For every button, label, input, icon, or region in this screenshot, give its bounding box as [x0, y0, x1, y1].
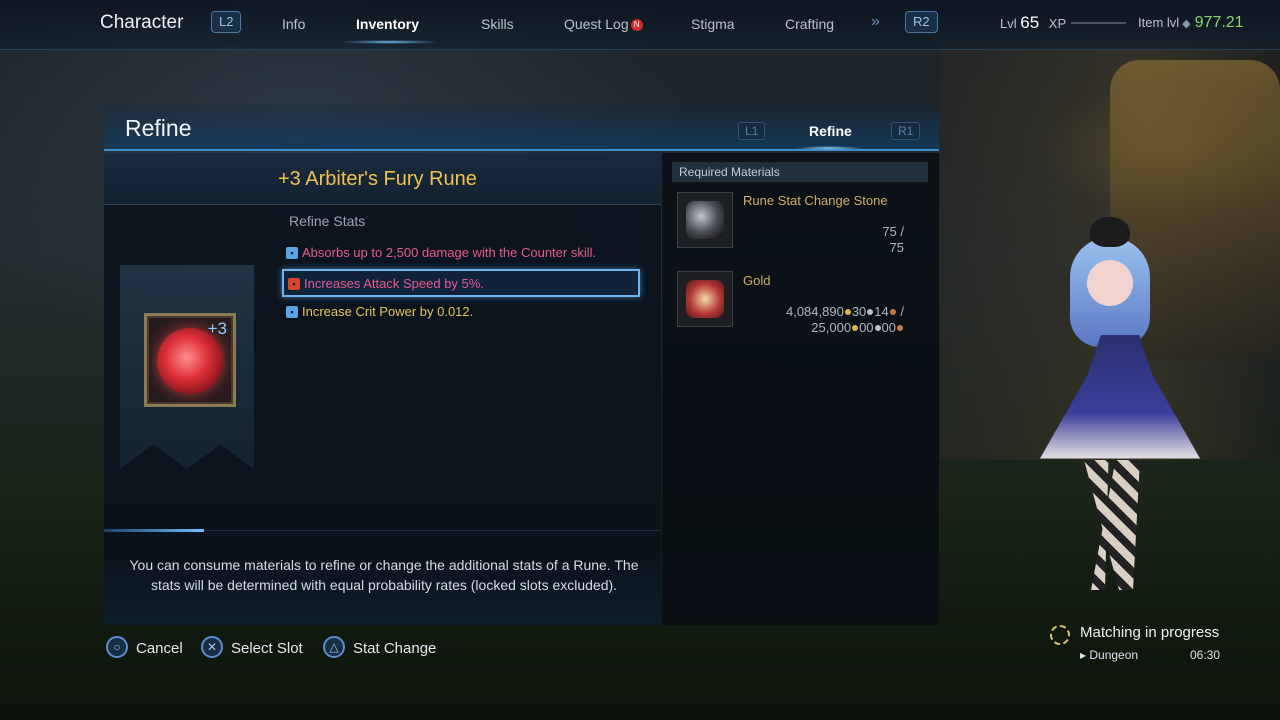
rune-stat-change-stone-icon	[677, 192, 733, 248]
tab-refine[interactable]: Refine	[809, 123, 852, 139]
top-nav: Character L2 Info Inventory Skills Quest…	[0, 0, 1280, 50]
material-name: Rune Stat Change Stone	[743, 193, 888, 208]
stat-slot-1[interactable]: ▪ Absorbs up to 2,500 damage with the Co…	[282, 240, 640, 268]
new-badge: N	[630, 19, 643, 31]
cancel-label: Cancel	[136, 640, 183, 657]
copper-coin-icon	[889, 309, 896, 315]
circle-button-icon: ○	[106, 636, 128, 658]
material-quantity: 75 / 75	[882, 224, 904, 256]
matching-timer: 06:30	[1190, 648, 1221, 662]
tab-stigma[interactable]: Stigma	[691, 16, 735, 32]
refine-panel: Refine L1 Refine R1 +3 Arbiter's Fury Ru…	[104, 105, 939, 625]
lvl-label: Lvl	[1000, 16, 1017, 31]
gem-icon: ◆	[1182, 18, 1191, 30]
material-have: 75 /	[882, 224, 904, 239]
character-title: Character	[100, 12, 184, 33]
active-tab-indicator	[340, 40, 440, 44]
cat-hat	[1090, 217, 1130, 247]
r1-button[interactable]: R1	[891, 122, 921, 140]
matching-status: Matching in progress ▸ Dungeon 06:30	[1050, 623, 1250, 673]
matching-type: ▸ Dungeon	[1080, 648, 1139, 662]
gold-have-gold: 4,084,890	[785, 304, 844, 319]
material-name: Gold	[743, 273, 771, 288]
item-header: +3 Arbiter's Fury Rune	[104, 153, 661, 205]
materials-pane: Required Materials Rune Stat Change Ston…	[662, 153, 939, 625]
triangle-button-icon: △	[323, 636, 345, 658]
cancel-button[interactable]: ○ Cancel	[106, 636, 183, 660]
cross-button-icon: ✕	[201, 636, 223, 658]
tab-skills[interactable]: Skills	[481, 16, 514, 32]
r2-button[interactable]: R2	[905, 11, 938, 33]
gold-have-silver: 30	[851, 304, 867, 319]
double-chevron-right-icon: »	[871, 13, 880, 30]
gold-have: 4,084,890 30 14 /	[785, 304, 904, 319]
character-model	[1015, 215, 1215, 615]
tab-quest-log[interactable]: Quest Log N	[564, 16, 643, 32]
xp-bar	[1071, 22, 1126, 24]
gold-coin-icon	[852, 325, 859, 331]
loading-spinner-icon	[1050, 625, 1070, 645]
stat-slot-2[interactable]: ▪ Increases Attack Speed by 5%.	[282, 269, 640, 297]
select-slot-label: Select Slot	[231, 640, 303, 657]
refine-header: Refine L1 Refine R1	[104, 105, 939, 151]
character-legs	[1084, 460, 1140, 590]
gold-coin-icon	[844, 309, 851, 315]
info-text: You can consume materials to refine or c…	[129, 557, 639, 593]
stat-slot-3[interactable]: ▪ Increase Crit Power by 0.012.	[282, 299, 640, 327]
gold-need-silver: 00	[859, 320, 874, 335]
character-face	[1087, 260, 1133, 306]
rune-level: +3	[207, 319, 227, 338]
required-materials-label: Required Materials	[672, 162, 928, 182]
gold-need-gold: 25,000	[811, 320, 852, 335]
tab-info[interactable]: Info	[282, 16, 305, 32]
stat-text: Absorbs up to 2,500 damage with the Coun…	[302, 245, 597, 260]
refine-title: Refine	[125, 115, 192, 141]
refine-progress-bar	[104, 529, 661, 532]
gold-need-copper: 00	[881, 320, 896, 335]
silver-coin-icon	[867, 309, 874, 315]
gold-have-copper: 14	[874, 304, 889, 319]
stat-change-label: Stat Change	[353, 640, 437, 657]
material-need: 75	[889, 240, 904, 255]
lvl-value: 65	[1020, 13, 1040, 32]
rune-pane: +3 Arbiter's Fury Rune +3 Refine Stats ▪…	[104, 153, 661, 625]
xp-label: XP	[1048, 16, 1067, 31]
tab-inventory[interactable]: Inventory	[356, 16, 419, 32]
select-slot-button[interactable]: ✕ Select Slot	[201, 636, 303, 660]
refine-tab-indicator	[794, 146, 864, 150]
lock-icon: ▪	[286, 306, 298, 318]
level-display: Lvl 65 XP	[1000, 13, 1066, 33]
stat-text: Increases Attack Speed by 5%.	[304, 276, 484, 291]
unlock-icon: ▪	[288, 278, 300, 290]
item-level-display: Item lvl ◆ 977.21	[1138, 14, 1244, 32]
l1-button[interactable]: L1	[738, 122, 766, 140]
refine-progress-fill	[104, 529, 205, 532]
item-lvl-label: Item lvl	[1138, 15, 1180, 30]
character-dress	[1040, 335, 1200, 459]
item-name: +3 Arbiter's Fury Rune	[278, 168, 477, 190]
stat-change-button[interactable]: △ Stat Change	[323, 636, 436, 660]
item-lvl-value: 977.21	[1194, 14, 1244, 31]
matching-type-label: Dungeon	[1089, 648, 1139, 662]
refine-stats-label: Refine Stats	[289, 213, 366, 229]
gold-need: 25,000 00 00	[704, 320, 904, 336]
rune-icon: +3	[144, 313, 236, 407]
silver-coin-icon	[874, 325, 881, 331]
stat-text: Increase Crit Power by 0.012.	[302, 304, 474, 319]
matching-text: Matching in progress	[1080, 624, 1220, 641]
tab-crafting[interactable]: Crafting	[785, 16, 834, 32]
gold-quantity: 4,084,890 30 14 / 25,000 00 00	[704, 304, 904, 336]
tab-quest-log-label: Quest Log	[564, 16, 629, 32]
l2-button[interactable]: L2	[211, 11, 242, 33]
copper-coin-icon	[897, 325, 903, 331]
lock-icon: ▪	[286, 247, 298, 259]
